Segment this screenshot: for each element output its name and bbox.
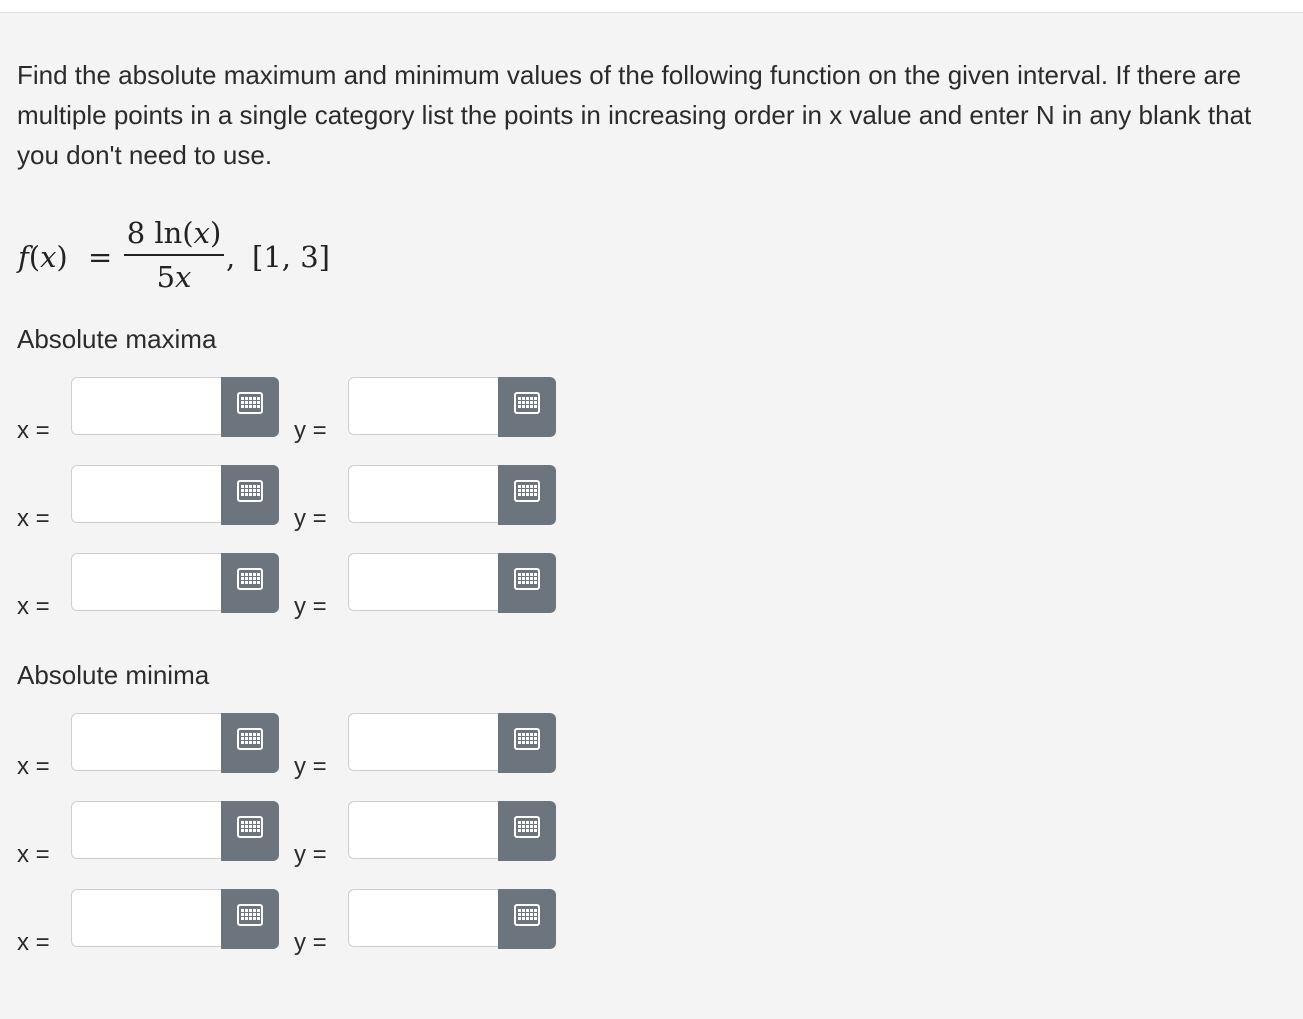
formula-lhs: f(x) bbox=[18, 240, 68, 274]
maxima-row-2: x = y = bbox=[0, 465, 600, 532]
formula-denominator-var: x bbox=[175, 260, 192, 294]
math-keyboard-button[interactable] bbox=[221, 801, 279, 861]
minima-y-input-1[interactable] bbox=[348, 713, 498, 771]
y-answer-field bbox=[348, 713, 832, 773]
keyboard-grid-icon bbox=[237, 392, 263, 414]
math-keyboard-button[interactable] bbox=[498, 553, 556, 613]
maxima-x-input-1[interactable] bbox=[71, 377, 221, 435]
formula-func-name: f bbox=[18, 240, 29, 274]
formula-lhs-open: ( bbox=[28, 240, 41, 274]
x-label: x = bbox=[17, 593, 50, 620]
keyboard-grid-icon bbox=[514, 904, 540, 926]
formula-numerator-close: ) bbox=[209, 216, 222, 250]
minima-row-3: x = y = bbox=[0, 889, 600, 956]
keyboard-grid-icon bbox=[514, 728, 540, 750]
y-label: y = bbox=[294, 753, 327, 780]
keyboard-grid-icon bbox=[237, 728, 263, 750]
math-keyboard-button[interactable] bbox=[221, 889, 279, 949]
minima-x-input-2[interactable] bbox=[71, 801, 221, 859]
formula-denominator: 5x bbox=[124, 258, 224, 296]
math-keyboard-button[interactable] bbox=[221, 553, 279, 613]
math-keyboard-button[interactable] bbox=[498, 377, 556, 437]
math-keyboard-button[interactable] bbox=[221, 465, 279, 525]
question-text: Find the absolute maximum and minimum va… bbox=[17, 60, 1252, 170]
formula-interval: [1, 3] bbox=[252, 240, 330, 274]
y-label: y = bbox=[294, 593, 327, 620]
minima-row-1: x = y = bbox=[0, 713, 600, 780]
formula-lhs-close: ) bbox=[56, 240, 68, 274]
keyboard-grid-icon bbox=[237, 568, 263, 590]
maxima-heading: Absolute maxima bbox=[17, 324, 217, 354]
x-label: x = bbox=[17, 505, 50, 532]
keyboard-grid-icon bbox=[514, 568, 540, 590]
keyboard-grid-icon bbox=[237, 904, 263, 926]
maxima-row-3: x = y = bbox=[0, 553, 600, 620]
formula-fraction: 8 ln(x) 5x bbox=[124, 214, 224, 296]
maxima-y-input-2[interactable] bbox=[348, 465, 498, 523]
y-label: y = bbox=[294, 505, 327, 532]
x-label: x = bbox=[17, 929, 50, 956]
y-answer-field bbox=[348, 465, 832, 525]
formula-comma: , bbox=[226, 240, 236, 274]
formula-numerator-var: x bbox=[193, 216, 210, 250]
minima-x-input-3[interactable] bbox=[71, 889, 221, 947]
maxima-y-input-3[interactable] bbox=[348, 553, 498, 611]
y-answer-field bbox=[348, 553, 832, 613]
math-keyboard-button[interactable] bbox=[498, 713, 556, 773]
keyboard-grid-icon bbox=[514, 480, 540, 502]
formula-numerator: 8 ln(x) bbox=[124, 214, 224, 252]
keyboard-grid-icon bbox=[514, 816, 540, 838]
math-keyboard-button[interactable] bbox=[221, 713, 279, 773]
y-label: y = bbox=[294, 841, 327, 868]
formula-equals: = bbox=[88, 240, 113, 274]
formula-fraction-bar bbox=[124, 254, 224, 256]
minima-y-input-2[interactable] bbox=[348, 801, 498, 859]
maxima-y-input-1[interactable] bbox=[348, 377, 498, 435]
y-label: y = bbox=[294, 417, 327, 444]
x-label: x = bbox=[17, 841, 50, 868]
math-keyboard-button[interactable] bbox=[498, 801, 556, 861]
maxima-x-input-3[interactable] bbox=[71, 553, 221, 611]
formula-lhs-var: x bbox=[40, 240, 57, 274]
math-keyboard-button[interactable] bbox=[498, 465, 556, 525]
minima-x-input-1[interactable] bbox=[71, 713, 221, 771]
y-label: y = bbox=[294, 929, 327, 956]
minima-y-input-3[interactable] bbox=[348, 889, 498, 947]
maxima-row-1: x = y = bbox=[0, 377, 600, 444]
maxima-x-input-2[interactable] bbox=[71, 465, 221, 523]
keyboard-grid-icon bbox=[237, 480, 263, 502]
minima-heading: Absolute minima bbox=[17, 660, 210, 690]
x-label: x = bbox=[17, 753, 50, 780]
minima-row-2: x = y = bbox=[0, 801, 600, 868]
y-answer-field bbox=[348, 889, 832, 949]
formula-denominator-coef: 5 bbox=[156, 260, 176, 294]
x-label: x = bbox=[17, 417, 50, 444]
formula-numerator-fn: ln( bbox=[145, 216, 194, 250]
keyboard-grid-icon bbox=[237, 816, 263, 838]
math-keyboard-button[interactable] bbox=[498, 889, 556, 949]
y-answer-field bbox=[348, 377, 832, 437]
y-answer-field bbox=[348, 801, 832, 861]
formula-numerator-coef: 8 bbox=[126, 216, 146, 250]
math-keyboard-button[interactable] bbox=[221, 377, 279, 437]
keyboard-grid-icon bbox=[514, 392, 540, 414]
